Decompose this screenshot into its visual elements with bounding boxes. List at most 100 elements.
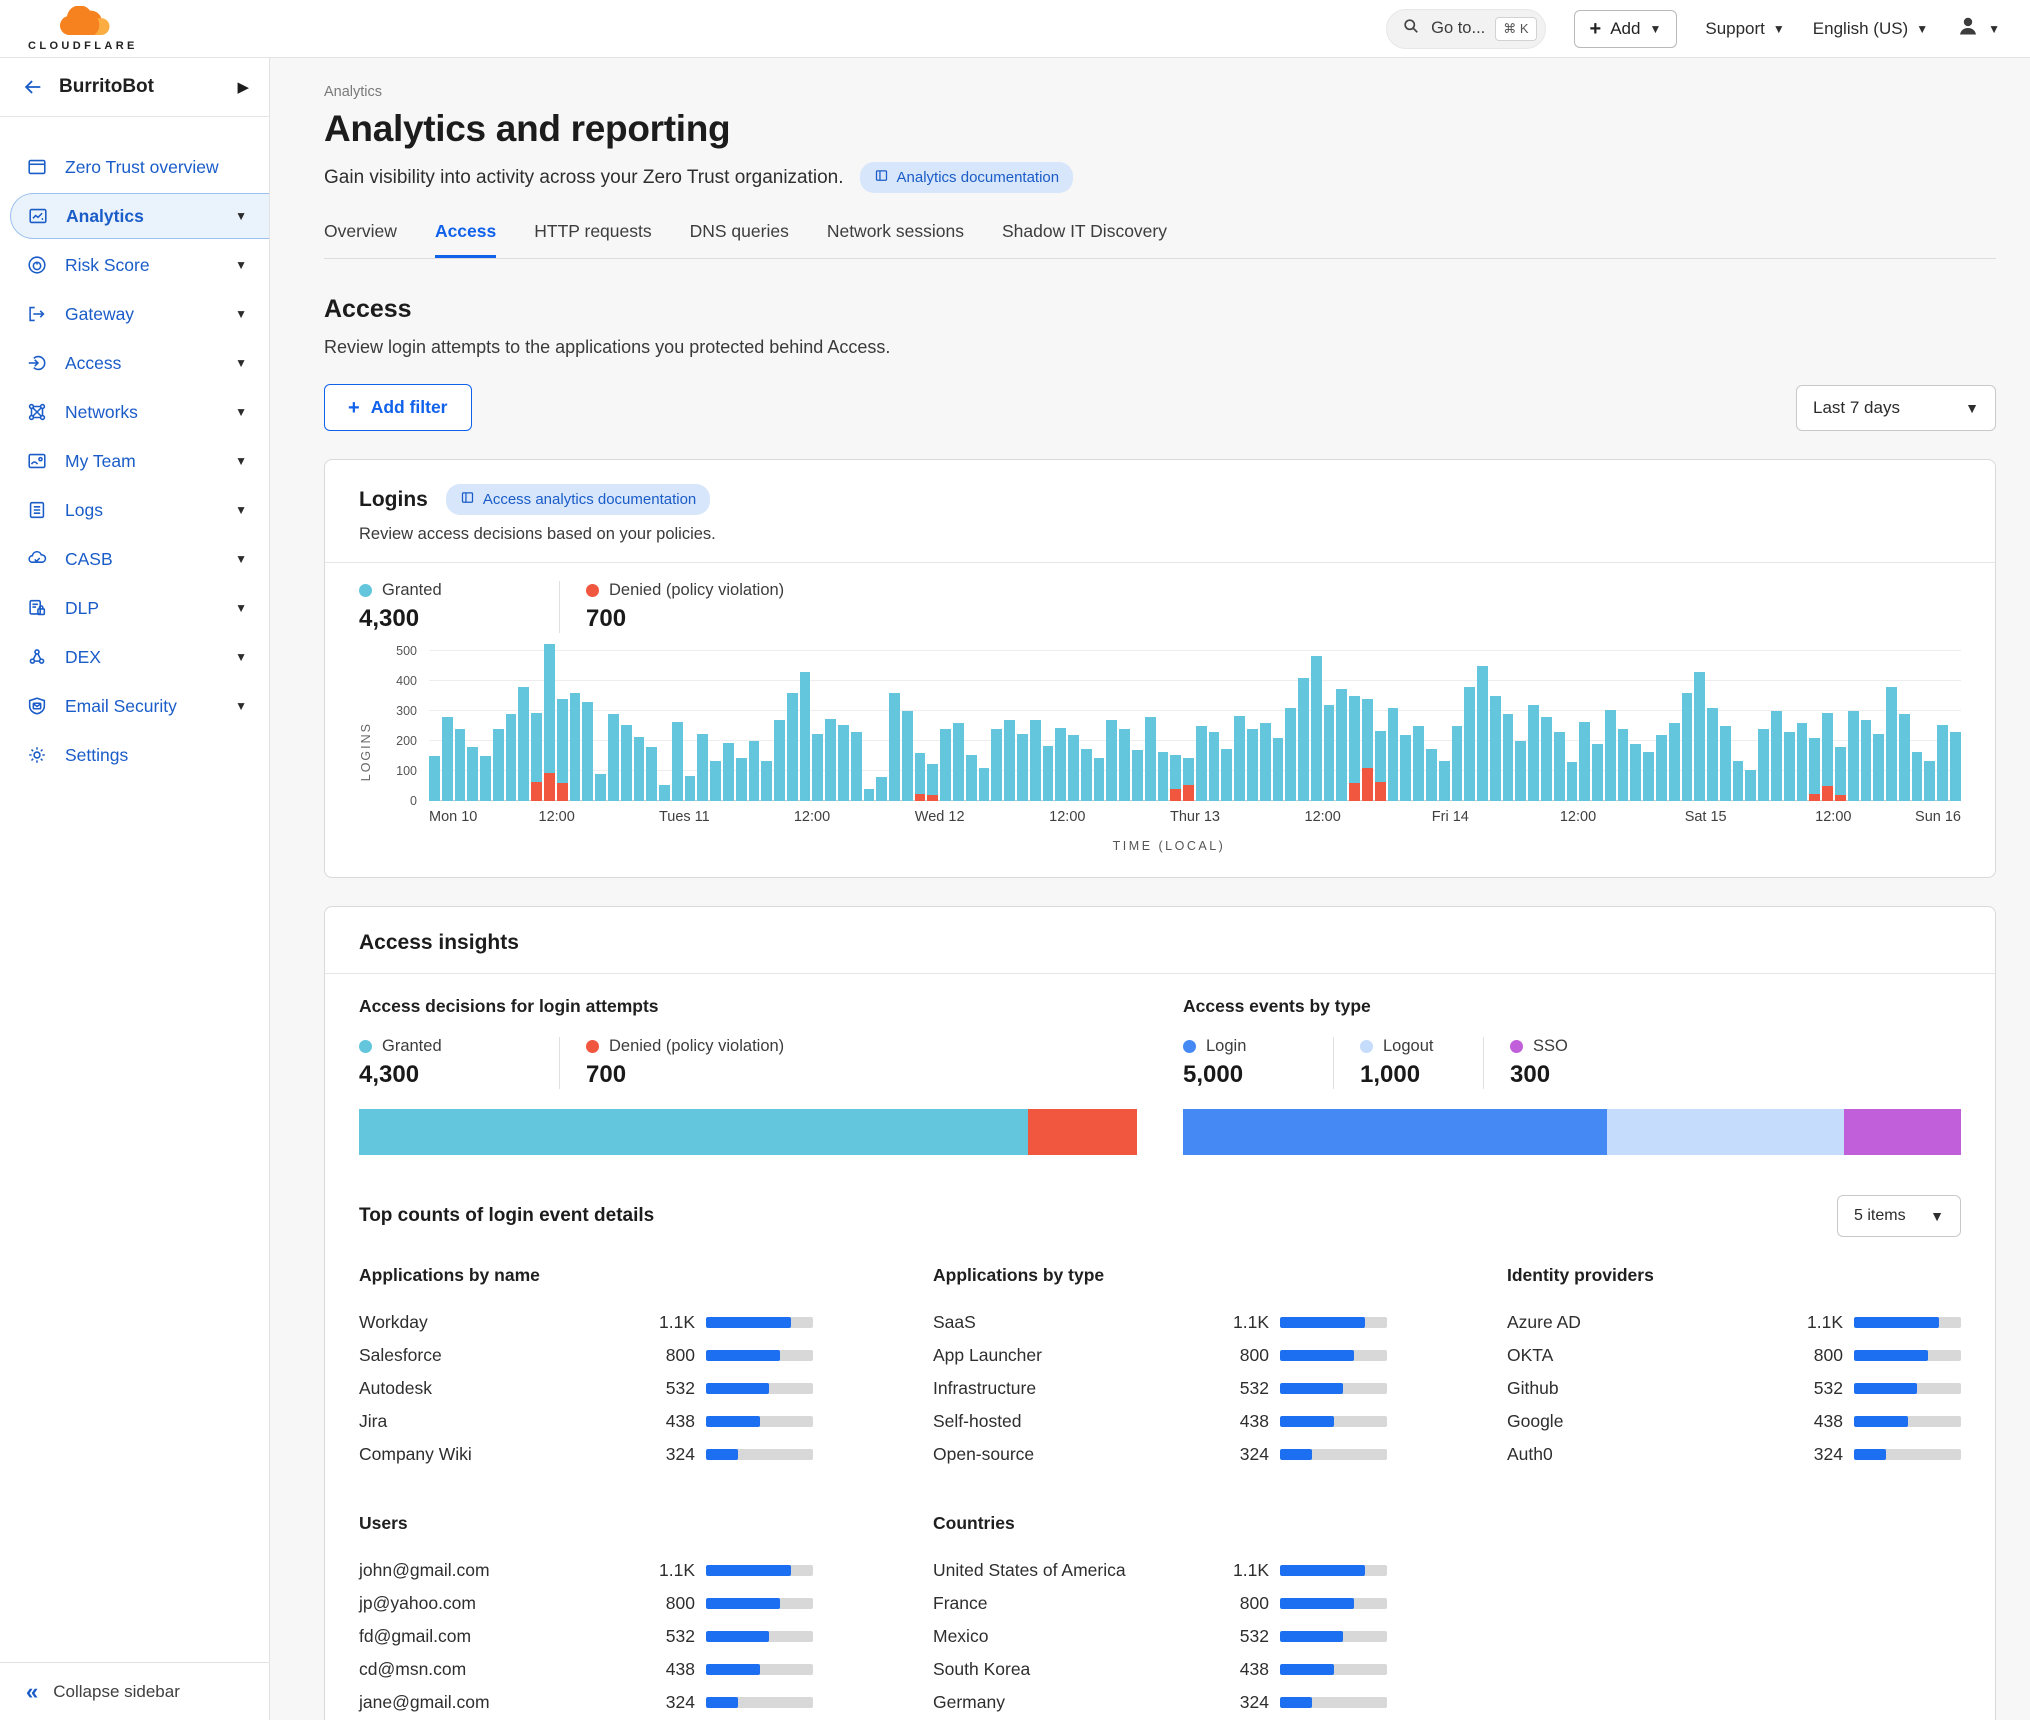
login-bar[interactable] — [1452, 726, 1463, 801]
table-row[interactable]: Salesforce800 — [359, 1339, 813, 1372]
table-row[interactable]: Auth0324 — [1507, 1438, 1961, 1471]
login-bar[interactable] — [1745, 770, 1756, 802]
table-row[interactable]: jp@yahoo.com800 — [359, 1587, 813, 1620]
login-bar[interactable] — [1234, 716, 1245, 802]
login-bar[interactable] — [953, 723, 964, 801]
table-row[interactable]: cd@msn.com438 — [359, 1653, 813, 1686]
login-bar[interactable] — [1694, 672, 1705, 801]
login-bar[interactable] — [761, 761, 772, 802]
login-bar[interactable] — [1273, 738, 1284, 801]
login-bar[interactable] — [1784, 732, 1795, 801]
login-bar[interactable] — [1158, 752, 1169, 802]
login-bar[interactable] — [1145, 717, 1156, 801]
login-bar[interactable] — [1413, 726, 1424, 801]
login-bar[interactable] — [1848, 711, 1859, 801]
login-bar[interactable] — [1464, 687, 1475, 801]
login-bar[interactable] — [1528, 705, 1539, 801]
login-bar[interactable] — [940, 729, 951, 801]
login-bar[interactable] — [1579, 722, 1590, 802]
login-bar[interactable] — [1221, 749, 1232, 802]
login-bar[interactable] — [1311, 656, 1322, 802]
sidebar-item-gateway[interactable]: Gateway▼ — [0, 291, 269, 337]
login-bar[interactable] — [1068, 735, 1079, 801]
login-bar[interactable] — [467, 747, 478, 801]
login-bar[interactable] — [1682, 693, 1693, 801]
sidebar-item-risk-score[interactable]: Risk Score▼ — [0, 242, 269, 288]
login-bar[interactable] — [608, 714, 619, 801]
login-bar[interactable] — [544, 644, 555, 802]
login-bar[interactable] — [1503, 714, 1514, 801]
login-bar[interactable] — [991, 729, 1002, 801]
login-bar[interactable] — [1861, 720, 1872, 801]
login-bar[interactable] — [1515, 741, 1526, 801]
login-bar[interactable] — [927, 764, 938, 802]
login-bar[interactable] — [1426, 749, 1437, 802]
analytics-documentation-badge[interactable]: Analytics documentation — [860, 162, 1074, 193]
login-bar[interactable] — [506, 714, 517, 801]
login-bar[interactable] — [1950, 732, 1961, 801]
login-bar[interactable] — [1618, 729, 1629, 801]
login-bar[interactable] — [442, 717, 453, 801]
login-bar[interactable] — [774, 720, 785, 801]
login-bar[interactable] — [864, 789, 875, 801]
login-bar[interactable] — [1643, 752, 1654, 802]
breadcrumb[interactable]: Analytics — [324, 84, 1996, 100]
tab-http-requests[interactable]: HTTP requests — [534, 221, 651, 258]
sidebar-item-analytics[interactable]: Analytics▼ — [10, 193, 269, 239]
login-bar[interactable] — [1375, 731, 1386, 802]
login-bar[interactable] — [1899, 714, 1910, 801]
table-row[interactable]: SaaS1.1K — [933, 1306, 1387, 1339]
stacked-segment-granted[interactable] — [359, 1109, 1028, 1155]
table-row[interactable]: Jira438 — [359, 1405, 813, 1438]
sidebar-item-zero-trust-overview[interactable]: Zero Trust overview — [0, 144, 269, 190]
login-bar[interactable] — [672, 722, 683, 802]
login-bar[interactable] — [1298, 678, 1309, 801]
stacked-segment-denied-policy-violation-[interactable] — [1028, 1109, 1137, 1155]
login-bar[interactable] — [800, 672, 811, 801]
login-bar[interactable] — [838, 725, 849, 802]
login-bar[interactable] — [1567, 762, 1578, 801]
login-bar[interactable] — [518, 687, 529, 801]
login-bar[interactable] — [723, 743, 734, 802]
stacked-segment-logout[interactable] — [1607, 1109, 1844, 1155]
login-bar[interactable] — [595, 774, 606, 801]
login-bar[interactable] — [1554, 732, 1565, 801]
login-bar[interactable] — [557, 699, 568, 801]
sidebar-item-dex[interactable]: DEX▼ — [0, 634, 269, 680]
sidebar-item-casb[interactable]: CASB▼ — [0, 536, 269, 582]
table-row[interactable]: OKTA800 — [1507, 1339, 1961, 1372]
login-bar[interactable] — [1196, 726, 1207, 801]
access-analytics-documentation-badge[interactable]: Access analytics documentation — [446, 484, 710, 515]
login-bar[interactable] — [876, 777, 887, 801]
support-menu[interactable]: Support ▼ — [1705, 19, 1784, 39]
login-bar[interactable] — [1285, 708, 1296, 801]
login-bar[interactable] — [1669, 723, 1680, 801]
login-bar[interactable] — [455, 729, 466, 801]
account-switcher[interactable]: BurritoBot ▶ — [0, 58, 269, 117]
sidebar-item-my-team[interactable]: My Team▼ — [0, 438, 269, 484]
login-bar[interactable] — [429, 756, 440, 801]
account-menu[interactable]: ▼ — [1956, 14, 2000, 43]
table-row[interactable]: Azure AD1.1K — [1507, 1306, 1961, 1339]
login-bar[interactable] — [889, 693, 900, 801]
login-bar[interactable] — [979, 768, 990, 801]
table-row[interactable]: Self-hosted438 — [933, 1405, 1387, 1438]
login-bar[interactable] — [1541, 717, 1552, 801]
table-row[interactable]: France800 — [933, 1587, 1387, 1620]
login-bar[interactable] — [1720, 726, 1731, 801]
global-search-input[interactable]: Go to... ⌘ K — [1386, 9, 1545, 49]
login-bar[interactable] — [1132, 750, 1143, 801]
add-button[interactable]: + Add ▼ — [1574, 10, 1678, 48]
login-bar[interactable] — [966, 755, 977, 802]
login-bar[interactable] — [1209, 732, 1220, 801]
login-bar[interactable] — [749, 741, 760, 801]
login-bar[interactable] — [1106, 720, 1117, 801]
login-bar[interactable] — [1183, 758, 1194, 802]
table-row[interactable]: Company Wiki324 — [359, 1438, 813, 1471]
login-bar[interactable] — [697, 734, 708, 802]
login-bar[interactable] — [1170, 755, 1181, 802]
login-bar[interactable] — [851, 732, 862, 801]
table-row[interactable]: Github532 — [1507, 1372, 1961, 1405]
table-row[interactable]: Autodesk532 — [359, 1372, 813, 1405]
login-bar[interactable] — [1081, 749, 1092, 802]
